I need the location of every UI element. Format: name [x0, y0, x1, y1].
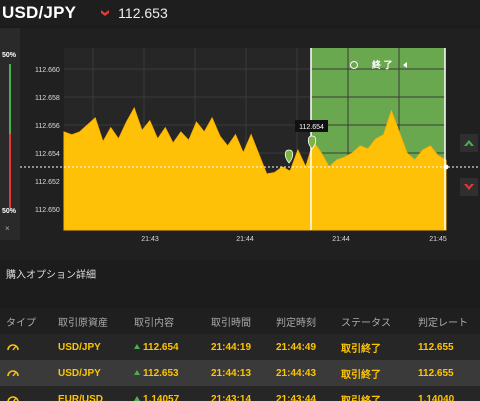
row-content: 112.654: [134, 342, 179, 353]
expiry-label: 終 了: [372, 59, 393, 70]
purchase-details-title: 購入オプション詳細: [6, 270, 96, 281]
price-down-icon: [100, 8, 110, 18]
currency-pair-title: USD/JPY: [2, 3, 77, 22]
table-row[interactable]: USD/JPY 112.653 21:44:13 21:44:43 取引終了 112.65…: [0, 360, 480, 386]
row-asset: USD/JPY: [58, 367, 101, 379]
header-status: ステータス: [341, 317, 391, 329]
y-tick-label: 112.658: [35, 95, 60, 102]
sentiment-up-pct: 50%: [2, 52, 17, 59]
row-judge-time: 21:44:43: [276, 367, 317, 379]
row-rate: 1.14040: [418, 393, 455, 401]
row-trade-time: 21:43:14: [211, 393, 252, 401]
close-icon[interactable]: ×: [5, 224, 10, 233]
gauge-icon: [6, 367, 20, 380]
header-asset: 取引原資産: [58, 317, 108, 329]
y-tick-label: 112.660: [35, 67, 60, 74]
price-marker-label: 112.654: [299, 124, 324, 131]
up-arrow-icon: [134, 396, 140, 401]
row-status: 取引終了: [341, 395, 381, 401]
row-asset: USD/JPY: [58, 341, 101, 353]
y-tick-label: 112.652: [35, 179, 60, 186]
row-asset: EUR/USD: [58, 393, 104, 401]
sentiment-sidebar: 50% 50% ×: [0, 28, 20, 240]
y-tick-label: 112.654: [35, 151, 60, 158]
row-status: 取引終了: [341, 369, 381, 381]
row-rate: 112.655: [418, 341, 454, 353]
price-chart[interactable]: 112.660 112.658 112.656 112.654 112.652 112.6…: [0, 28, 480, 260]
x-tick-label: 21:45: [429, 236, 447, 243]
sentiment-down-pct: 50%: [2, 208, 17, 215]
gauge-icon: [6, 393, 20, 401]
row-status: 取引終了: [341, 343, 381, 355]
table-header: タイプ 取引原資産 取引内容 取引時間 判定時刻 ステータス 判定レート: [0, 308, 480, 334]
header-rate: 判定レート: [418, 317, 468, 329]
x-tick-label: 21:44: [332, 236, 350, 243]
x-tick-label: 21:44: [236, 236, 254, 243]
row-trade-time: 21:44:13: [211, 367, 252, 379]
row-content: 1.14057: [134, 394, 179, 401]
row-rate: 112.655: [418, 367, 454, 379]
row-trade-time: 21:44:19: [211, 341, 252, 353]
row-judge-time: 21:44:49: [276, 341, 317, 353]
x-tick-label: 21:43: [141, 236, 159, 243]
header-trade-time: 取引時間: [211, 317, 251, 329]
row-judge-time: 21:43:44: [276, 393, 317, 401]
up-arrow-icon: [134, 370, 140, 376]
header-judge-time: 判定時刻: [276, 317, 316, 329]
table-row[interactable]: USD/JPY 112.654 21:44:19 21:44:49 取引終了 112.65…: [0, 334, 480, 360]
gauge-icon: [6, 341, 20, 354]
trade-history-table: タイプ 取引原資産 取引内容 取引時間 判定時刻 ステータス 判定レート USD…: [0, 308, 480, 401]
up-arrow-icon: [134, 344, 140, 350]
table-row[interactable]: EUR/USD 1.14057 21:43:14 21:43:44 取引終了 1.1404…: [0, 386, 480, 401]
header-content: 取引内容: [134, 317, 174, 329]
y-tick-label: 112.656: [35, 123, 60, 130]
header-bar: USD/JPY 112.653: [0, 0, 480, 26]
trading-app: USD/JPY 112.653 112.660 112.658 112.656 112…: [0, 0, 480, 401]
chart-canvas[interactable]: 112.660 112.658 112.656 112.654 112.652 112.6…: [0, 28, 480, 260]
row-content: 112.653: [134, 368, 179, 379]
current-price: 112.653: [118, 5, 168, 21]
y-tick-label: 112.650: [35, 207, 60, 214]
header-type: タイプ: [6, 317, 36, 329]
